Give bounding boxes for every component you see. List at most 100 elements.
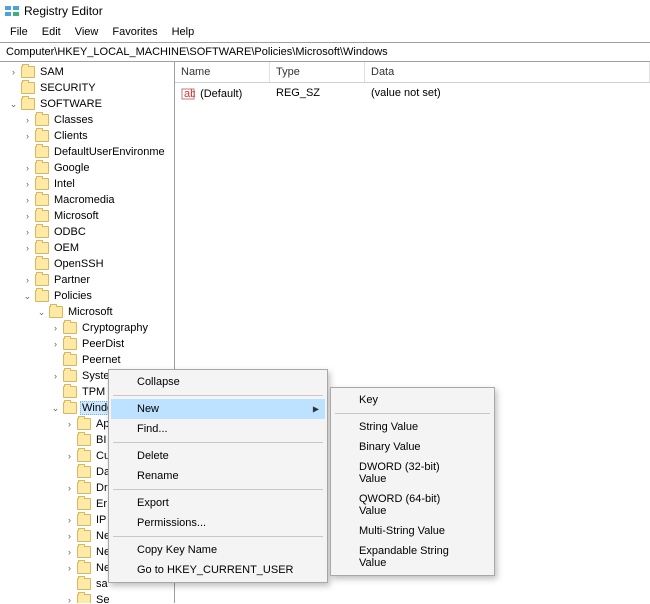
chevron-right-icon[interactable]: › — [22, 243, 33, 254]
chevron-right-icon[interactable]: › — [64, 531, 75, 542]
tree-node-label: OpenSSH — [52, 258, 106, 270]
tree-node[interactable]: › Cryptography — [48, 320, 174, 336]
ctx-new-binary[interactable]: Binary Value — [333, 437, 492, 457]
menu-favorites[interactable]: Favorites — [106, 24, 163, 40]
chevron-right-icon[interactable]: › — [64, 547, 75, 558]
tree-node-label: Cryptography — [80, 322, 150, 334]
list-header: Name Type Data — [175, 62, 650, 83]
ctx-new-qword[interactable]: QWORD (64-bit) Value — [333, 489, 492, 521]
menu-view[interactable]: View — [69, 24, 105, 40]
menu-file[interactable]: File — [4, 24, 34, 40]
chevron-down-icon[interactable]: ⌄ — [50, 403, 61, 414]
ctx-new-multi[interactable]: Multi-String Value — [333, 521, 492, 541]
chevron-right-icon[interactable]: › — [22, 163, 33, 174]
ctx-new-string[interactable]: String Value — [333, 417, 492, 437]
chevron-down-icon[interactable]: ⌄ — [22, 291, 33, 302]
tree-node[interactable]: ⌄Microsoft — [34, 304, 174, 320]
tree-node[interactable]: › OEM — [20, 240, 174, 256]
tree-node[interactable]: › Microsoft — [20, 208, 174, 224]
tree-node[interactable]: › Macromedia — [20, 192, 174, 208]
folder-icon — [35, 242, 49, 254]
expander-none — [64, 579, 75, 590]
ctx-copy-key-name[interactable]: Copy Key Name — [111, 540, 325, 560]
chevron-right-icon[interactable]: › — [50, 339, 61, 350]
expander-none — [50, 355, 61, 366]
tree-node-label: Macromedia — [52, 194, 117, 206]
address-bar[interactable]: Computer\HKEY_LOCAL_MACHINE\SOFTWARE\Pol… — [0, 43, 650, 62]
chevron-right-icon[interactable]: › — [64, 515, 75, 526]
chevron-right-icon[interactable]: › — [50, 323, 61, 334]
folder-icon — [21, 66, 35, 78]
folder-icon — [77, 466, 91, 478]
folder-icon — [35, 226, 49, 238]
ctx-delete[interactable]: Delete — [111, 446, 325, 466]
ctx-new[interactable]: New ▶ — [111, 399, 325, 419]
menu-bar: File Edit View Favorites Help — [0, 22, 650, 42]
ctx-export[interactable]: Export — [111, 493, 325, 513]
tree-node[interactable]: Peernet — [48, 352, 174, 368]
tree-node[interactable]: › Clients — [20, 128, 174, 144]
tree-node[interactable]: ›Partner — [20, 272, 174, 288]
tree-node[interactable]: DefaultUserEnvironme — [20, 144, 174, 160]
menu-help[interactable]: Help — [166, 24, 201, 40]
folder-icon — [35, 290, 49, 302]
col-type[interactable]: Type — [270, 62, 365, 82]
tree-node-label: Microsoft — [52, 210, 101, 222]
tree-node[interactable]: OpenSSH — [20, 256, 174, 272]
tree-node[interactable]: ›Se — [62, 592, 174, 603]
chevron-right-icon[interactable]: › — [64, 563, 75, 574]
chevron-right-icon[interactable]: › — [22, 195, 33, 206]
chevron-right-icon[interactable]: › — [22, 211, 33, 222]
tree-node-label: PeerDist — [80, 338, 126, 350]
ctx-permissions[interactable]: Permissions... — [111, 513, 325, 533]
ctx-separator — [113, 489, 323, 490]
chevron-right-icon[interactable]: › — [64, 595, 75, 604]
ctx-new-dword[interactable]: DWORD (32-bit) Value — [333, 457, 492, 489]
col-data[interactable]: Data — [365, 62, 650, 82]
folder-icon — [77, 578, 91, 590]
tree-node[interactable]: ›SAM — [6, 64, 174, 80]
chevron-right-icon[interactable]: › — [8, 67, 19, 78]
tree-node[interactable]: SECURITY — [6, 80, 174, 96]
ctx-new-expand[interactable]: Expandable String Value — [333, 541, 492, 573]
expander-none — [22, 147, 33, 158]
chevron-right-icon[interactable]: › — [50, 371, 61, 382]
app-title: Registry Editor — [24, 4, 103, 18]
tree-node[interactable]: ›Intel — [20, 176, 174, 192]
tree-node[interactable]: › PeerDist — [48, 336, 174, 352]
chevron-right-icon[interactable]: › — [64, 419, 75, 430]
tree-node[interactable]: ›ODBC — [20, 224, 174, 240]
chevron-right-icon[interactable]: › — [22, 131, 33, 142]
tree-node-label: Policies — [52, 290, 94, 302]
chevron-right-icon[interactable]: › — [64, 483, 75, 494]
tree-node[interactable]: ›Classes — [20, 112, 174, 128]
chevron-down-icon[interactable]: ⌄ — [36, 307, 47, 318]
folder-icon — [35, 274, 49, 286]
col-name[interactable]: Name — [175, 62, 270, 82]
chevron-down-icon[interactable]: ⌄ — [8, 99, 19, 110]
ctx-new-key[interactable]: Key — [333, 390, 492, 410]
chevron-right-icon[interactable]: › — [22, 275, 33, 286]
chevron-right-icon[interactable]: › — [22, 179, 33, 190]
tree-node-label: Clients — [52, 130, 90, 142]
folder-icon — [77, 530, 91, 542]
chevron-right-icon[interactable]: › — [22, 115, 33, 126]
ctx-separator — [113, 536, 323, 537]
title-bar: Registry Editor — [0, 0, 650, 22]
value-row[interactable]: ab (Default) REG_SZ (value not set) — [175, 83, 650, 105]
tree-node-label: OEM — [52, 242, 81, 254]
menu-edit[interactable]: Edit — [36, 24, 67, 40]
tree-node[interactable]: ⌄SOFTWARE — [6, 96, 174, 112]
ctx-find[interactable]: Find... — [111, 419, 325, 439]
expander-none — [8, 83, 19, 94]
ctx-rename[interactable]: Rename — [111, 466, 325, 486]
chevron-right-icon[interactable]: › — [22, 227, 33, 238]
ctx-collapse[interactable]: Collapse — [111, 372, 325, 392]
tree-node[interactable]: ›Google — [20, 160, 174, 176]
tree-node[interactable]: ⌄ Policies — [20, 288, 174, 304]
ctx-goto-hkcu[interactable]: Go to HKEY_CURRENT_USER — [111, 560, 325, 580]
folder-icon — [49, 306, 63, 318]
folder-icon — [63, 370, 77, 382]
chevron-right-icon[interactable]: › — [64, 451, 75, 462]
folder-icon — [77, 562, 91, 574]
